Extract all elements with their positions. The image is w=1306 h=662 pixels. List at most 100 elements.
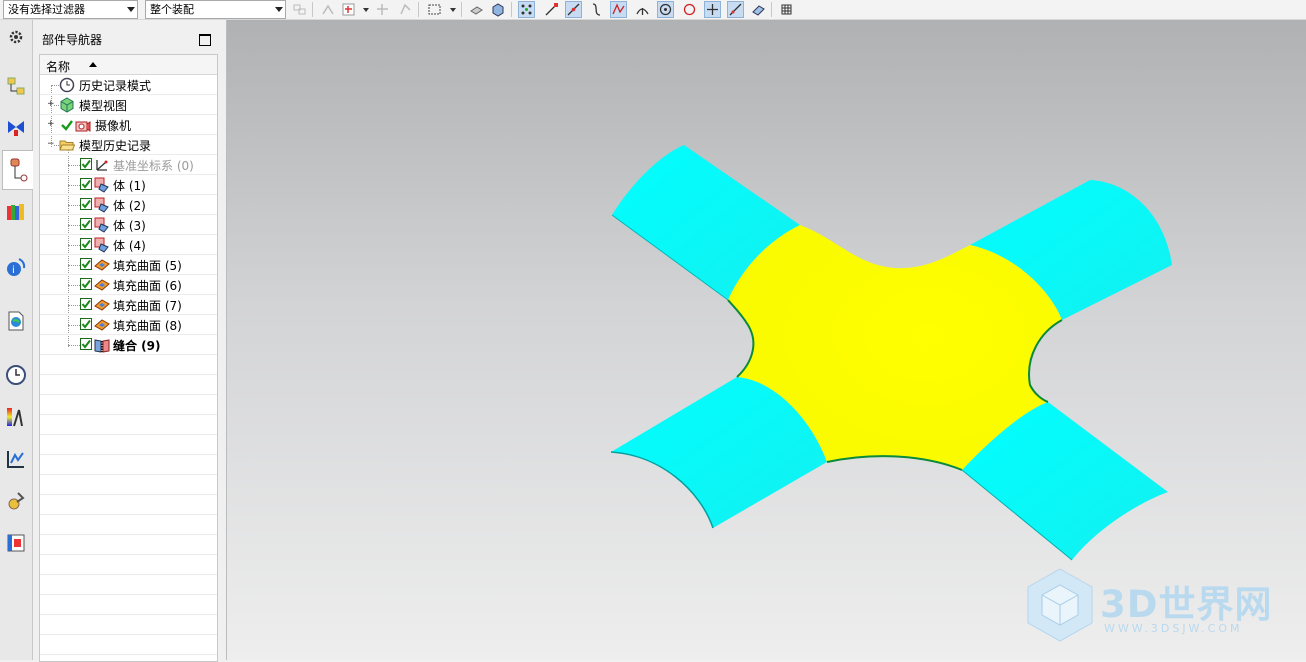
- tree-node-label: 体 (2): [113, 199, 146, 213]
- visibility-checkbox[interactable]: [80, 158, 92, 170]
- tree-node-label: 填充曲面 (7): [113, 299, 182, 313]
- column-header-label: 名称: [46, 60, 71, 74]
- hd3d-tools-icon[interactable]: i: [5, 256, 27, 278]
- visibility-checkbox[interactable]: [80, 238, 92, 250]
- empty-row: [40, 375, 217, 395]
- folder-open-icon: [59, 140, 75, 151]
- visualization-icon[interactable]: [5, 406, 27, 428]
- watermark-title: 3D世界网: [1100, 583, 1273, 626]
- select-feature-icon[interactable]: [320, 1, 337, 18]
- snap-existing-point-icon[interactable]: [704, 1, 721, 18]
- tree-node-fill-surface-8[interactable]: 填充曲面 (8): [40, 315, 217, 335]
- visibility-checkbox[interactable]: [80, 278, 92, 290]
- sort-ascending-icon: [89, 62, 97, 67]
- web-browser-icon[interactable]: [5, 310, 27, 332]
- tree-line: [68, 225, 80, 226]
- deselect-all-icon[interactable]: [468, 1, 485, 18]
- chevron-down-icon[interactable]: [450, 8, 456, 12]
- point-constructor-icon[interactable]: [397, 1, 414, 18]
- tree-node-cameras[interactable]: + 摄像机: [40, 115, 217, 135]
- tree-node-fill-surface-6[interactable]: 填充曲面 (6): [40, 275, 217, 295]
- snap-intersection-icon[interactable]: [610, 1, 627, 18]
- snap-circle-center-icon[interactable]: [657, 1, 674, 18]
- visibility-checkbox[interactable]: [80, 318, 92, 330]
- fill-surface-icon: [94, 299, 110, 311]
- visibility-checkbox[interactable]: [80, 258, 92, 270]
- tree-node-body-2[interactable]: 体 (2): [40, 195, 217, 215]
- tree-node-model-views[interactable]: + 模型视图: [40, 95, 217, 115]
- expand-icon[interactable]: +: [47, 100, 55, 109]
- constraint-navigator-icon[interactable]: [5, 117, 27, 139]
- empty-row: [40, 455, 217, 475]
- manufacturing-wizard-icon[interactable]: [5, 490, 27, 512]
- tree-node-fill-surface-5[interactable]: 填充曲面 (5): [40, 255, 217, 275]
- selection-filter-dropdown[interactable]: 没有选择过滤器: [3, 0, 138, 19]
- tree-node-body-4[interactable]: 体 (4): [40, 235, 217, 255]
- empty-row: [40, 435, 217, 455]
- selection-scope-dropdown[interactable]: 整个装配: [145, 0, 286, 19]
- maximize-icon[interactable]: [199, 34, 211, 46]
- visibility-checkbox[interactable]: [80, 178, 92, 190]
- expand-icon[interactable]: +: [47, 120, 55, 129]
- navigator-tree[interactable]: 名称 历史记录模式 + 模型视图 + 摄像机 − 模型历史记录 基准坐标系 (0…: [39, 54, 218, 662]
- snap-midpoint-icon[interactable]: [565, 1, 582, 18]
- empty-row: [40, 535, 217, 555]
- snap-point-on-curve-icon[interactable]: [727, 1, 744, 18]
- body-feature-icon: [94, 237, 109, 253]
- resource-bar: i: [0, 20, 33, 660]
- model-view-icon: [60, 97, 74, 113]
- tree-node-fill-surface-7[interactable]: 填充曲面 (7): [40, 295, 217, 315]
- tree-line: [68, 285, 80, 286]
- tree-node-label: 历史记录模式: [79, 79, 152, 93]
- settings-icon[interactable]: [5, 26, 27, 48]
- snap-all-icon[interactable]: [518, 1, 535, 18]
- empty-row: [40, 575, 217, 595]
- chevron-down-icon: [127, 7, 135, 12]
- process-studio-icon[interactable]: [5, 448, 27, 470]
- watermark-url: WWW.3DSJW.COM: [1104, 622, 1243, 635]
- tree-node-label: 模型历史记录: [79, 139, 152, 153]
- tree-node-sew-9[interactable]: 缝合 (9): [40, 335, 217, 355]
- collapse-icon[interactable]: −: [47, 140, 55, 149]
- visibility-checkbox[interactable]: [80, 338, 92, 350]
- chevron-down-icon[interactable]: [363, 8, 369, 12]
- chevron-down-icon: [275, 7, 283, 12]
- snap-endpoint-icon[interactable]: [543, 1, 560, 18]
- empty-row: [40, 615, 217, 635]
- model-view[interactable]: [227, 20, 1306, 660]
- tree-node-label: 体 (1): [113, 179, 146, 193]
- history-icon[interactable]: [5, 364, 27, 386]
- snap-point-icon[interactable]: [340, 1, 357, 18]
- empty-row: [40, 395, 217, 415]
- column-header-name[interactable]: 名称: [40, 55, 217, 75]
- empty-row: [40, 515, 217, 535]
- tree-node-body-3[interactable]: 体 (3): [40, 215, 217, 235]
- part-navigator-icon[interactable]: [2, 150, 33, 190]
- tree-line: [68, 305, 80, 306]
- tree-node-history-mode[interactable]: 历史记录模式: [40, 75, 217, 95]
- reuse-library-icon[interactable]: [5, 201, 27, 223]
- cross-surface-model[interactable]: [610, 145, 1172, 561]
- body-feature-icon: [94, 197, 109, 213]
- visibility-checkbox[interactable]: [80, 298, 92, 310]
- snap-control-point-icon[interactable]: [588, 1, 605, 18]
- rectangle-select-icon[interactable]: [426, 1, 443, 18]
- assembly-navigator-icon[interactable]: [5, 76, 27, 98]
- tree-node-datum-csys[interactable]: 基准坐标系 (0): [40, 155, 217, 175]
- visibility-checkbox[interactable]: [80, 198, 92, 210]
- move-point-icon[interactable]: [374, 1, 391, 18]
- graphics-viewport[interactable]: [227, 20, 1306, 660]
- snap-bounded-grid-icon[interactable]: [778, 1, 795, 18]
- visibility-checkbox[interactable]: [80, 218, 92, 230]
- empty-row: [40, 355, 217, 375]
- snap-point-on-face-icon[interactable]: [750, 1, 767, 18]
- empty-row: [40, 635, 217, 655]
- select-body-icon[interactable]: [489, 1, 506, 18]
- tree-line: [68, 345, 80, 346]
- assembly-filter-icon[interactable]: [291, 1, 308, 18]
- tree-node-model-history[interactable]: − 模型历史记录: [40, 135, 217, 155]
- tree-node-body-1[interactable]: 体 (1): [40, 175, 217, 195]
- snap-arc-center-icon[interactable]: [634, 1, 651, 18]
- snap-quadrant-icon[interactable]: [681, 1, 698, 18]
- roles-icon[interactable]: [5, 532, 27, 554]
